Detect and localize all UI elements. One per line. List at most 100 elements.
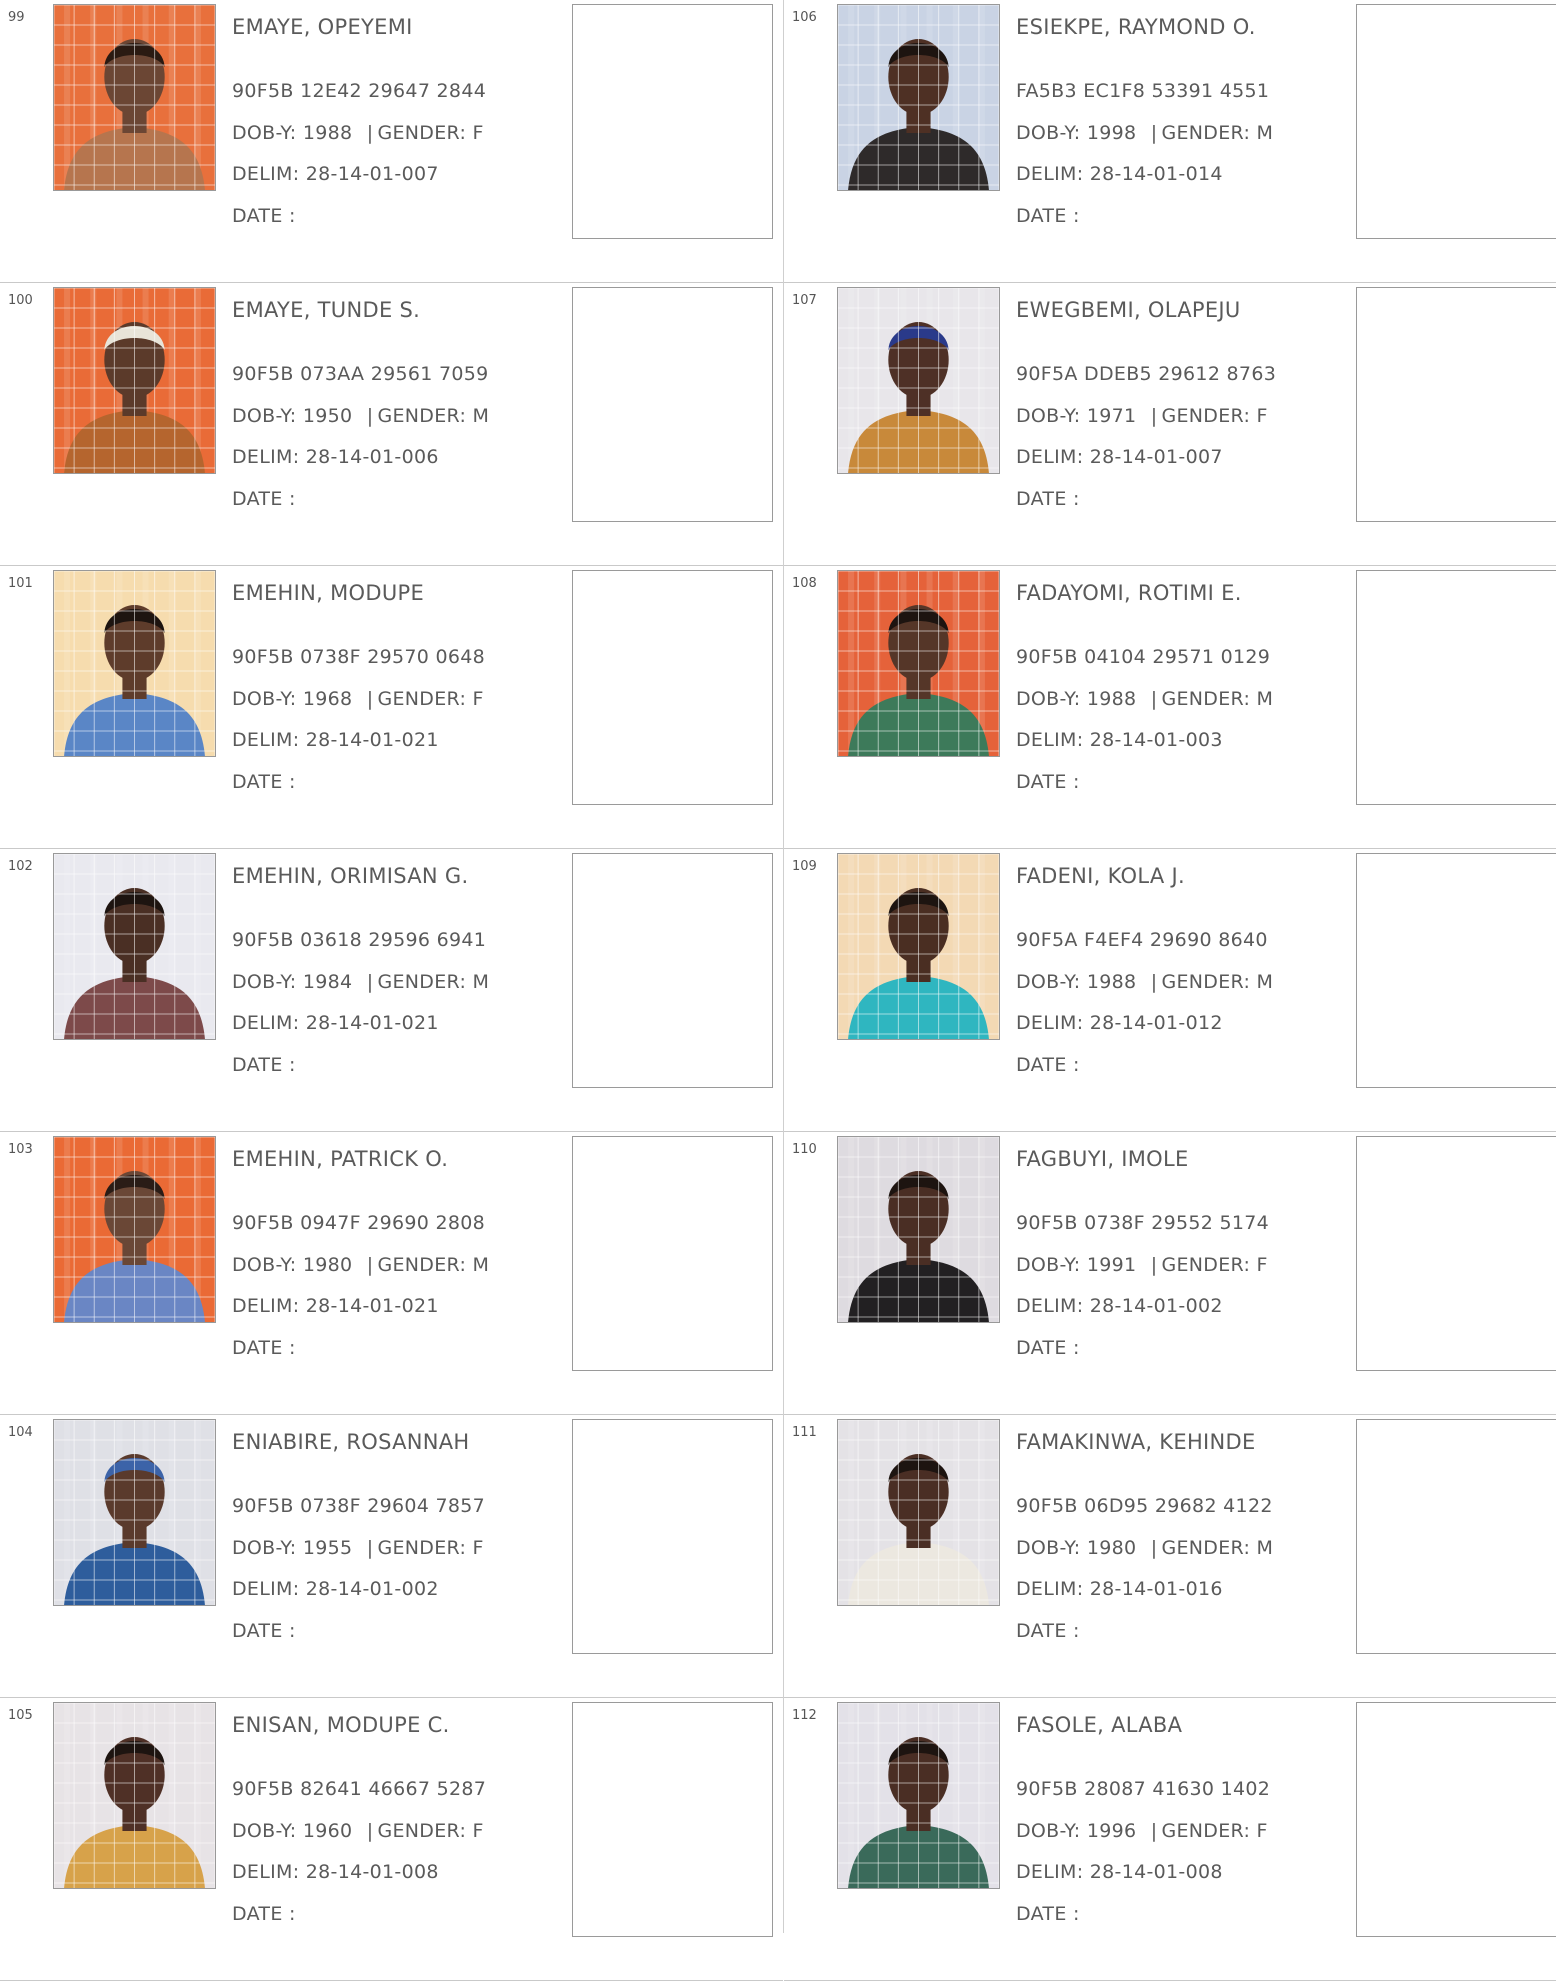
voter-entry: 107 EWEGBEMI, OLAPEJU 90F5A DDEB5 29612 … xyxy=(784,283,1556,566)
voter-name: EMEHIN, ORIMISAN G. xyxy=(232,864,469,888)
dob-gender-line: DOB-Y: 1980 | GENDER: M xyxy=(1016,1537,1273,1559)
entry-serial-number: 111 xyxy=(792,1425,817,1440)
delim-label: DELIM: xyxy=(232,1012,300,1034)
gender-label: GENDER: xyxy=(1161,971,1251,993)
entry-serial-number: 108 xyxy=(792,576,817,591)
delimitation-line: DELIM: 28-14-01-012 xyxy=(1016,1012,1223,1034)
voter-entry: 109 FADENI, KOLA J. 90F5A F4EF4 29690 86… xyxy=(784,849,1556,1132)
voter-entry: 103 EMEHIN, PATRICK O. 90F5B 0947F 29690… xyxy=(0,1132,783,1415)
delim-label: DELIM: xyxy=(1016,446,1084,468)
signature-thumbprint-box xyxy=(572,570,773,805)
register-column-left: 99 EMAYE, OPEYEMI 90F5B 12E42 29647 2844… xyxy=(0,0,783,1981)
voter-name: EMEHIN, PATRICK O. xyxy=(232,1147,449,1171)
voter-entry: 101 EMEHIN, MODUPE 90F5B 0738F 29570 064… xyxy=(0,566,783,849)
voter-entry: 106 ESIEKPE, RAYMOND O. FA5B3 EC1F8 5339… xyxy=(784,0,1556,283)
signature-thumbprint-box xyxy=(572,853,773,1088)
voter-id-number: 90F5B 04104 29571 0129 xyxy=(1016,646,1271,668)
delim-label: DELIM: xyxy=(232,446,300,468)
gender-label: GENDER: xyxy=(377,1820,467,1842)
dob-gender-line: DOB-Y: 1955 | GENDER: F xyxy=(232,1537,484,1559)
date-line: DATE : xyxy=(1016,1337,1080,1359)
date-line: DATE : xyxy=(1016,1054,1080,1076)
separator-bar: | xyxy=(366,122,374,144)
delimitation-line: DELIM: 28-14-01-002 xyxy=(1016,1295,1223,1317)
voter-name: ENIABIRE, ROSANNAH xyxy=(232,1430,470,1454)
delim-label: DELIM: xyxy=(1016,1295,1084,1317)
voter-entry: 99 EMAYE, OPEYEMI 90F5B 12E42 29647 2844… xyxy=(0,0,783,283)
date-label: DATE xyxy=(1016,771,1067,793)
signature-thumbprint-box xyxy=(1356,287,1556,522)
delim-label: DELIM: xyxy=(1016,1861,1084,1883)
date-colon: : xyxy=(288,1903,296,1925)
date-label: DATE xyxy=(1016,1620,1067,1642)
dob-gender-line: DOB-Y: 1960 | GENDER: F xyxy=(232,1820,484,1842)
date-label: DATE xyxy=(232,1903,283,1925)
entry-serial-number: 109 xyxy=(792,859,817,874)
dob-year: 1971 xyxy=(1086,405,1137,427)
dob-year: 1955 xyxy=(302,1537,353,1559)
gender-label: GENDER: xyxy=(377,1254,467,1276)
gender-value: F xyxy=(1256,405,1268,427)
voter-name: FADAYOMI, ROTIMI E. xyxy=(1016,581,1242,605)
dob-label: DOB-Y: xyxy=(232,688,297,710)
delim-label: DELIM: xyxy=(232,1861,300,1883)
separator-bar: | xyxy=(366,1254,374,1276)
delim-value: 28-14-01-012 xyxy=(1089,1012,1223,1034)
dob-year: 1984 xyxy=(302,971,353,993)
voter-photo xyxy=(837,1419,1000,1606)
voter-portrait-image xyxy=(838,1703,999,1888)
voter-entry: 112 FASOLE, ALABA 90F5B 28087 41630 1402… xyxy=(784,1698,1556,1981)
gender-label: GENDER: xyxy=(1161,1537,1251,1559)
delim-label: DELIM: xyxy=(1016,1012,1084,1034)
dob-label: DOB-Y: xyxy=(232,1537,297,1559)
date-line: DATE : xyxy=(1016,488,1080,510)
delim-value: 28-14-01-016 xyxy=(1089,1578,1223,1600)
date-label: DATE xyxy=(1016,1337,1067,1359)
entry-serial-number: 104 xyxy=(8,1425,33,1440)
dob-gender-line: DOB-Y: 1988 | GENDER: M xyxy=(1016,688,1273,710)
signature-thumbprint-box xyxy=(1356,1419,1556,1654)
delimitation-line: DELIM: 28-14-01-008 xyxy=(232,1861,439,1883)
delim-label: DELIM: xyxy=(232,1578,300,1600)
delimitation-line: DELIM: 28-14-01-007 xyxy=(1016,446,1223,468)
delim-label: DELIM: xyxy=(1016,729,1084,751)
date-line: DATE : xyxy=(232,488,296,510)
dob-year: 1988 xyxy=(1086,688,1137,710)
date-line: DATE : xyxy=(232,1054,296,1076)
gender-label: GENDER: xyxy=(377,971,467,993)
voter-photo xyxy=(53,1702,216,1889)
delim-value: 28-14-01-008 xyxy=(1089,1861,1223,1883)
date-line: DATE : xyxy=(232,1337,296,1359)
gender-value: F xyxy=(472,688,484,710)
gender-value: M xyxy=(472,971,490,993)
dob-year: 1988 xyxy=(302,122,353,144)
separator-bar: | xyxy=(366,971,374,993)
dob-gender-line: DOB-Y: 1988 | GENDER: M xyxy=(1016,971,1273,993)
entry-serial-number: 110 xyxy=(792,1142,817,1157)
date-line: DATE : xyxy=(1016,205,1080,227)
delim-label: DELIM: xyxy=(1016,163,1084,185)
voter-portrait-image xyxy=(838,1420,999,1605)
voter-id-number: 90F5B 0738F 29570 0648 xyxy=(232,646,486,668)
delim-value: 28-14-01-014 xyxy=(1089,163,1223,185)
date-label: DATE xyxy=(232,1054,283,1076)
dob-label: DOB-Y: xyxy=(1016,1254,1081,1276)
delim-value: 28-14-01-002 xyxy=(1089,1295,1223,1317)
voter-id-number: 90F5B 0738F 29604 7857 xyxy=(232,1495,486,1517)
entry-serial-number: 103 xyxy=(8,1142,33,1157)
date-line: DATE : xyxy=(232,1903,296,1925)
separator-bar: | xyxy=(1150,971,1158,993)
date-colon: : xyxy=(288,1337,296,1359)
signature-thumbprint-box xyxy=(572,287,773,522)
delim-value: 28-14-01-002 xyxy=(305,1578,439,1600)
date-colon: : xyxy=(288,1054,296,1076)
gender-value: M xyxy=(1256,122,1274,144)
gender-label: GENDER: xyxy=(1161,688,1251,710)
gender-label: GENDER: xyxy=(377,122,467,144)
signature-thumbprint-box xyxy=(1356,1702,1556,1937)
voter-entry: 104 ENIABIRE, ROSANNAH 90F5B 0738F 29604… xyxy=(0,1415,783,1698)
voter-photo xyxy=(53,287,216,474)
voter-photo xyxy=(837,287,1000,474)
delimitation-line: DELIM: 28-14-01-014 xyxy=(1016,163,1223,185)
voter-id-number: FA5B3 EC1F8 53391 4551 xyxy=(1016,80,1270,102)
